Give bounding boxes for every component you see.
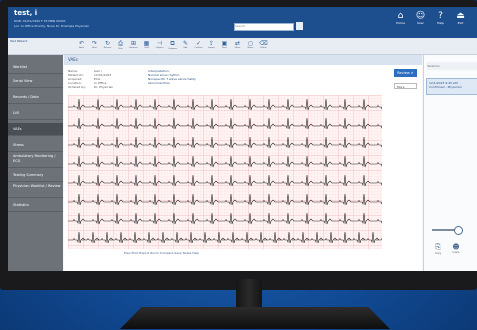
version-card-subtitle: Confirmed - Physician [429, 85, 462, 89]
people-icon[interactable]: ☻ Users [450, 243, 462, 254]
delete-label: Delete [260, 47, 267, 49]
compare-button[interactable]: ⧉ Compare [167, 40, 178, 53]
refresh-label: Refresh [103, 47, 112, 49]
bottom-toolbar[interactable]: Prev Print Export Zoom Compare Save Note… [124, 251, 199, 255]
sidebar-item-ambulatory[interactable]: Ambulatory Monitoring / ECG [8, 152, 63, 168]
monitor-stand-base [120, 307, 390, 329]
back-label: Back [79, 47, 84, 49]
user-icon[interactable]: ☺ User [413, 11, 428, 31]
more-select[interactable]: More [394, 83, 417, 89]
home-label: Home [396, 21, 405, 25]
info-label: Ordered by: [68, 85, 86, 89]
help-icon[interactable]: ? Help [433, 11, 448, 31]
search-button[interactable] [296, 22, 303, 30]
delete-button[interactable]: ⌫ Delete [258, 40, 269, 53]
help-label: Help [437, 21, 444, 25]
export-button[interactable]: ⇪ Export [206, 40, 217, 53]
edit-label: Edit [183, 47, 188, 49]
review-button[interactable]: Review ✔ [394, 69, 417, 77]
sidebar-item-stress[interactable]: Stress [8, 139, 63, 152]
versions-panel: Versions 12/1/2023 9:45 AM Confirmed - P… [423, 55, 477, 271]
sidebar-item-statistics[interactable]: Statistics [8, 199, 63, 212]
compare-label: Compare [167, 48, 178, 50]
print-label: Print [118, 48, 123, 50]
version-card[interactable]: 12/1/2023 9:45 AM Confirmed - Physician [426, 78, 477, 95]
versions-header: Versions [427, 62, 477, 70]
measure-button[interactable]: ⊞ Measure [128, 40, 139, 53]
confirm-label: Confirm [194, 47, 203, 49]
home-icon[interactable]: ⌂ Home [393, 11, 408, 31]
save-label: Save [222, 47, 227, 49]
patient-name: test, i [14, 9, 38, 17]
notes-label: Notes [247, 47, 254, 49]
print-button[interactable]: ⎙ Print [115, 40, 126, 53]
info-value: Dr. Physician [94, 85, 114, 89]
app-header: test, i DOB: 01/01/1990 F 33 MRN 00001 L… [8, 7, 477, 38]
toolbar: Test Patient ↶ Back ↷ Next ↻ Refresh ⎙ Print… [8, 38, 477, 55]
sidebar-item-records[interactable]: Records / Data [8, 91, 63, 104]
calipers-label: Calipers [155, 47, 164, 49]
search-input[interactable]: Search [234, 23, 294, 31]
save-button[interactable]: ▣ Save [219, 40, 230, 53]
notes-button[interactable]: ○ Notes [245, 40, 256, 53]
confirm-button[interactable]: ✓ Confirm [193, 40, 204, 53]
info-labels: Name: Patient ID: Acquired: Location: Or… [68, 69, 86, 89]
edit-button[interactable]: ✎ Edit [180, 40, 191, 53]
sidebar-item-vaes[interactable]: VAEs [8, 123, 63, 136]
sidebar-item-serial-view[interactable]: Serial View [8, 75, 63, 88]
copy-icon[interactable]: ⎘ Copy [432, 243, 444, 255]
zoom-slider-handle[interactable] [454, 226, 463, 235]
sidebar-item-testing-summary[interactable]: Testing Summary [8, 169, 63, 182]
calipers-button[interactable]: ⊣ Calipers [154, 40, 165, 53]
exit-icon[interactable]: ⏏ Exit [453, 11, 468, 31]
main-panel: VAEs Name: Patient ID: Acquired: Locatio… [64, 55, 422, 271]
exit-label: Exit [457, 21, 464, 25]
share-label: Share [234, 47, 241, 49]
interpretation-line: Abnormal ECG [148, 81, 170, 85]
share-button[interactable]: ⇄ Share [232, 40, 243, 53]
grid-button[interactable]: ▦ Grid [141, 40, 152, 53]
sidebar-item-physician-review[interactable]: Physician Worklist / Review [8, 182, 63, 198]
ecg-tracing [68, 95, 382, 249]
info-values: test i 12/01/2023 ECG In Office Dr. Phys… [94, 69, 113, 89]
export-label: Export [208, 47, 215, 49]
page-title: VAEs [64, 55, 422, 65]
app-screen: test, i DOB: 01/01/1990 F 33 MRN 00001 L… [8, 7, 477, 271]
patient-demographics: DOB: 01/01/1990 F 33 MRN 00001 [14, 19, 66, 23]
refresh-button[interactable]: ↻ Refresh [102, 40, 113, 53]
next-label: Next [92, 47, 97, 49]
sidebar-item-lvs[interactable]: LVS [8, 107, 63, 120]
next-button[interactable]: ↷ Next [89, 40, 100, 53]
toolbar-patient: Test Patient [10, 39, 28, 43]
measure-label: Measure [129, 47, 138, 49]
patient-location: Loc: In Office Priority: None Dr: Exampl… [14, 24, 90, 28]
user-label: User [417, 21, 424, 25]
interpretation: Interpretation: Normal sinus rhythm Nons… [148, 69, 196, 85]
sidebar: Worklist Serial View Records / Data LVS … [8, 55, 63, 271]
back-button[interactable]: ↶ Back [76, 40, 87, 53]
grid-label: Grid [144, 47, 149, 49]
sidebar-item-worklist[interactable]: Worklist [8, 61, 63, 74]
